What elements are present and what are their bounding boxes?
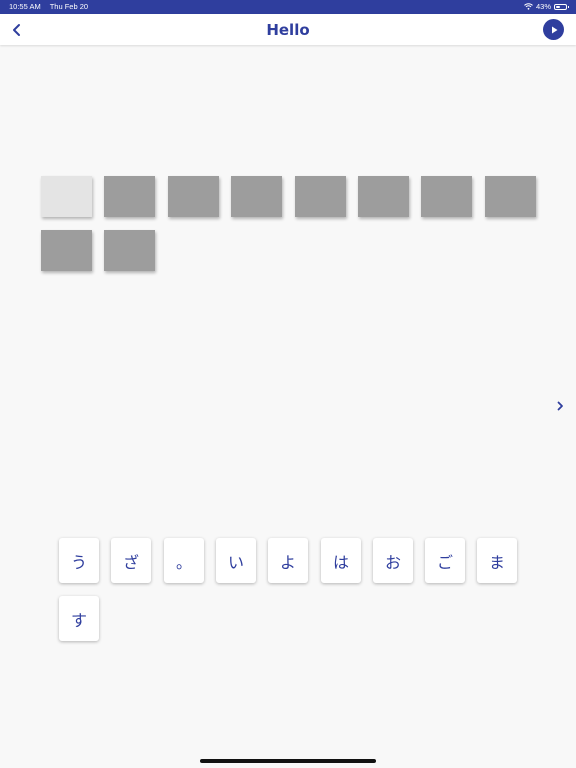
status-time: 10:55 AM [9,2,41,11]
status-left: 10:55 AM Thu Feb 20 [9,2,97,11]
char-tile[interactable]: ま [477,538,517,583]
wifi-icon [524,3,533,10]
battery-icon [554,3,569,10]
char-tile[interactable]: す [59,596,99,641]
answer-slot[interactable] [41,176,92,217]
next-button[interactable] [551,397,569,415]
char-tile[interactable]: い [216,538,256,583]
answer-slot[interactable] [295,176,346,217]
char-tile[interactable]: 。 [164,538,204,583]
answer-slot[interactable] [168,176,219,217]
answer-slot[interactable] [421,176,472,217]
answer-slot[interactable] [485,176,536,217]
back-button[interactable] [6,19,28,41]
play-button[interactable] [543,19,564,40]
battery-percent: 43% [535,2,551,11]
page-title: Hello [266,21,310,39]
chevron-left-icon [13,24,20,36]
battery-fill [556,5,560,8]
answer-slot[interactable] [41,230,92,271]
char-tile[interactable]: ざ [111,538,151,583]
answer-slot[interactable] [358,176,409,217]
play-icon [551,26,557,33]
char-tile[interactable]: は [321,538,361,583]
battery-tip [567,5,569,8]
chevron-right-icon [557,401,563,411]
status-right: 43% [524,2,569,11]
char-tile[interactable]: ご [425,538,465,583]
char-tile[interactable]: お [373,538,413,583]
nav-bar: Hello [0,14,576,45]
status-bar: 10:55 AM Thu Feb 20 43% [0,0,576,14]
status-date: Thu Feb 20 [49,2,89,11]
answer-slot[interactable] [231,176,282,217]
char-tile[interactable]: う [59,538,99,583]
char-tile[interactable]: よ [268,538,308,583]
answer-slot[interactable] [104,176,155,217]
answer-slot[interactable] [104,230,155,271]
home-indicator [200,759,376,763]
